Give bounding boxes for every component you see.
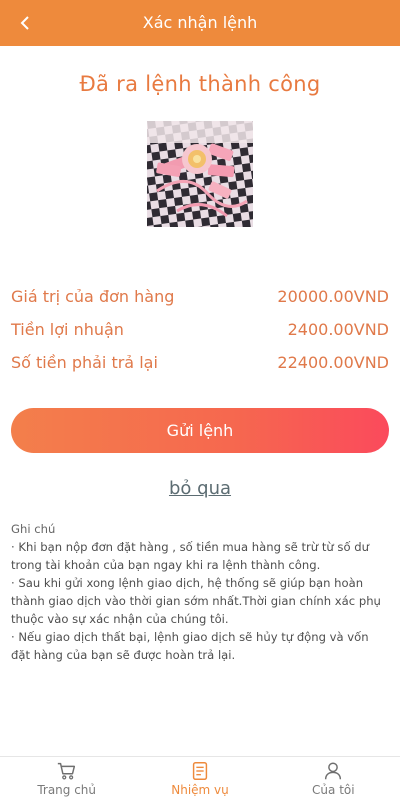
notes-heading: Ghi chú (11, 522, 56, 536)
summary-row-profit: Tiền lợi nhuận 2400.00VND (11, 313, 389, 346)
document-icon (192, 762, 208, 780)
skip-link[interactable]: bỏ qua (0, 478, 400, 499)
note-item: · Nếu giao dịch thất bại, lệnh giao dịch… (11, 630, 369, 662)
header-bar: Xác nhận lệnh (0, 0, 400, 46)
product-image (147, 121, 253, 227)
page-title: Xác nhận lệnh (142, 13, 258, 32)
summary-label: Giá trị của đơn hàng (11, 287, 175, 306)
summary-label: Tiền lợi nhuận (11, 320, 124, 339)
nav-item-tasks[interactable]: Nhiệm vụ (133, 757, 266, 800)
cart-icon (57, 762, 75, 780)
summary-value: 22400.00VND (277, 353, 389, 372)
nav-item-profile[interactable]: Của tôi (267, 757, 400, 800)
summary-row-refund-total: Số tiền phải trả lại 22400.00VND (11, 346, 389, 379)
success-title: Đã ra lệnh thành công (79, 72, 321, 96)
notes-section: Ghi chú · Khi bạn nộp đơn đặt hàng , số … (11, 520, 390, 664)
nav-label: Nhiệm vụ (171, 783, 229, 797)
bottom-nav: Trang chủ Nhiệm vụ Của tôi (0, 756, 400, 800)
summary-value: 20000.00VND (277, 287, 389, 306)
note-item: · Sau khi gửi xong lệnh giao dịch, hệ th… (11, 576, 381, 626)
summary-row-order-value: Giá trị của đơn hàng 20000.00VND (11, 280, 389, 313)
nav-label: Của tôi (312, 783, 355, 797)
user-icon (325, 762, 342, 780)
nav-item-home[interactable]: Trang chủ (0, 757, 133, 800)
submit-order-button[interactable]: Gửi lệnh (11, 408, 389, 453)
nav-label: Trang chủ (37, 783, 97, 797)
note-item: · Khi bạn nộp đơn đặt hàng , số tiền mua… (11, 540, 369, 572)
summary-label: Số tiền phải trả lại (11, 353, 158, 372)
summary-value: 2400.00VND (287, 320, 389, 339)
order-summary: Giá trị của đơn hàng 20000.00VND Tiền lợ… (11, 280, 389, 379)
